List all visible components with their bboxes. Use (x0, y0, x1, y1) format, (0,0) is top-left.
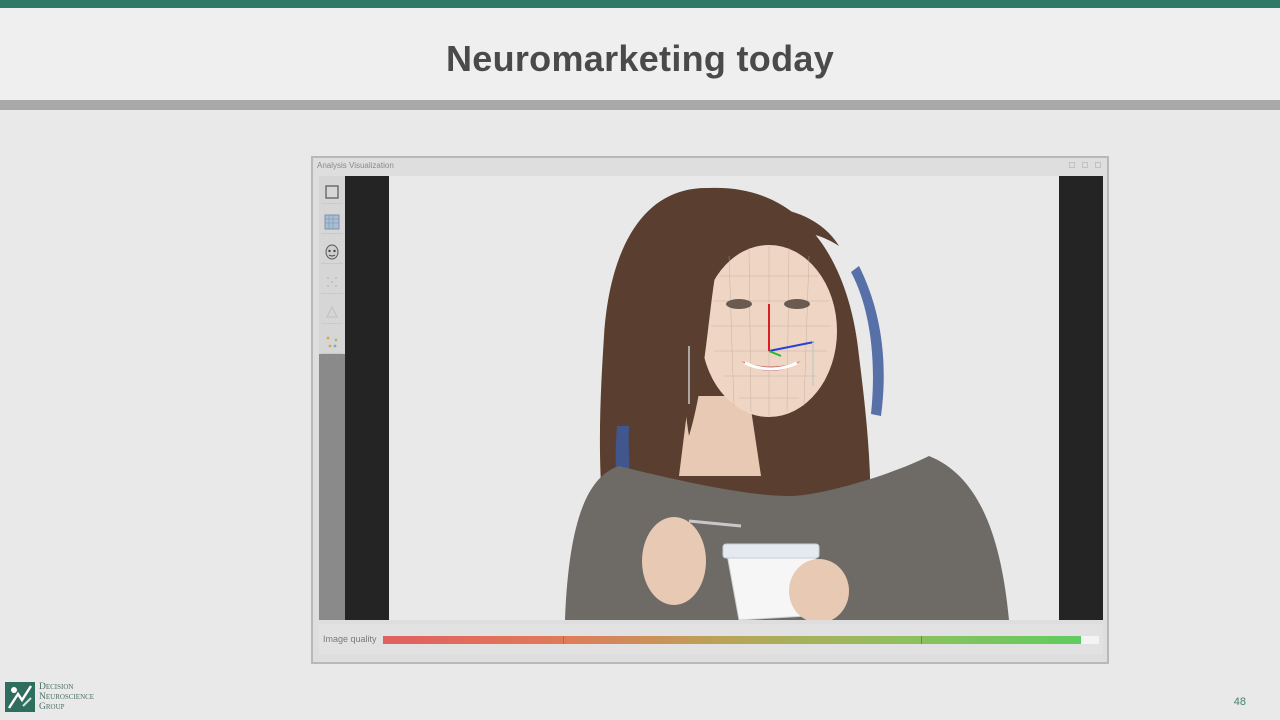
logo-line-1: Decision (39, 682, 74, 692)
tool-palette (319, 176, 345, 620)
slide-title: Neuromarketing today (445, 38, 835, 79)
face-icon[interactable] (321, 240, 343, 264)
quality-tick (921, 636, 922, 644)
minimize-icon[interactable] (1069, 162, 1075, 168)
image-quality-meter (383, 636, 1099, 644)
page-number: 48 (1233, 696, 1246, 708)
video-viewport[interactable] (345, 176, 1103, 620)
logo-line-2: Neuroscience (39, 692, 95, 702)
quality-tick (563, 636, 564, 644)
subject-photo (389, 176, 1059, 620)
square-select-icon[interactable] (321, 180, 343, 204)
mesh-icon[interactable] (321, 300, 343, 324)
axis-points-icon[interactable] (321, 330, 343, 354)
grid-select-icon[interactable] (321, 210, 343, 234)
image-quality-fill (383, 636, 1082, 644)
logo-text: Decision Neuroscience Group (39, 682, 94, 712)
status-bar: Image quality (319, 624, 1103, 654)
logo-line-3: Group (39, 702, 65, 712)
tool-palette-filler (319, 354, 345, 620)
top-accent-bar (0, 0, 1280, 8)
window-title: Analysis Visualization (317, 161, 394, 170)
letterbox-right (1059, 176, 1103, 620)
image-quality-label: Image quality (323, 634, 377, 644)
landmark-points-icon[interactable] (321, 270, 343, 294)
company-logo: Decision Neuroscience Group (5, 682, 94, 712)
logo-mark-icon (5, 682, 35, 712)
letterbox-left (345, 176, 389, 620)
header-divider (0, 100, 1280, 110)
window-controls (1069, 162, 1101, 168)
close-icon[interactable] (1095, 162, 1101, 168)
maximize-icon[interactable] (1082, 162, 1088, 168)
analysis-visualization-window: Analysis Visualization Image quality (311, 156, 1109, 664)
